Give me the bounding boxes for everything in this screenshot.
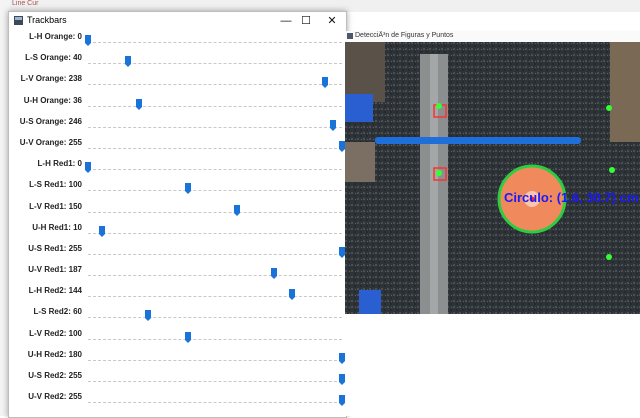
slider-track[interactable] [88,77,342,89]
slider-track[interactable] [85,162,342,174]
slider-thumb[interactable] [85,35,91,46]
machine-part [345,42,385,102]
slider-row: L-H Red2: 144 [9,284,346,305]
circle-coordinates-label: Circulo: (1.6, 30.7) cm [504,190,638,205]
slider-thumb[interactable] [184,331,191,343]
slider-label: U-V Orange: 255 [19,137,82,147]
slider-row: L-S Red1: 100 [9,178,346,199]
trackbars-window: Trackbars — ☐ ✕ L-H Orange: 0 L-S Orange:… [8,11,347,418]
slider-track[interactable] [88,268,342,280]
slider-track[interactable] [88,395,345,407]
slider-label: U-H Orange: 36 [23,95,82,105]
slider-track[interactable] [85,35,342,46]
slider-track[interactable] [88,204,342,216]
slider-label: U-S Red1: 255 [28,243,82,253]
slider-label: L-S Red1: 100 [29,180,82,190]
slider-thumb[interactable] [234,204,241,216]
maximize-button[interactable]: ☐ [293,13,319,29]
slider-track[interactable] [88,352,345,364]
slider-row: U-S Red2: 255 [9,369,346,390]
slider-row: L-S Red2: 60 [9,305,346,326]
slider-row: U-H Red1: 10 [9,221,346,242]
camera-scene: Circulo: (1.6, 30.7) cm [345,42,640,314]
slider-label: L-S Orange: 40 [25,53,82,63]
slider-track[interactable] [88,98,342,110]
slider-label: U-S Red2: 255 [28,371,82,380]
slider-thumb[interactable] [271,268,278,280]
slider-thumb[interactable] [322,77,329,89]
slider-label: L-H Red1: 0 [37,159,82,169]
slider-row: L-V Red2: 100 [9,327,346,348]
rail-highlight [430,54,438,314]
blue-box [345,94,373,122]
cable-area [610,42,640,142]
window-icon [14,16,23,25]
slider-row: U-S Red1: 255 [9,242,346,263]
slider-thumb[interactable] [124,56,131,68]
green-point [436,170,442,176]
slider-thumb[interactable] [136,98,143,110]
slider-track[interactable] [88,246,345,258]
slider-thumb[interactable] [99,225,106,237]
green-point [436,103,442,109]
slider-label: U-H Red1: 10 [32,222,82,232]
slider-thumb[interactable] [184,183,191,195]
slider-label: L-V Red2: 100 [29,328,82,338]
detection-titlebar[interactable]: DetecciÃ³n de Figuras y Puntos [345,31,640,42]
slider-label: U-S Orange: 246 [19,116,82,126]
window-title: Trackbars [27,15,67,25]
slider-thumb[interactable] [144,310,151,322]
window-icon [347,33,353,39]
slider-track[interactable] [88,119,342,131]
slider-row: U-V Orange: 255 [9,136,346,157]
conveyor-surface [345,42,640,314]
camera-view: Circulo: (1.6, 30.7) cm [345,42,640,314]
close-button[interactable]: ✕ [319,13,345,29]
slider-label: L-H Orange: 0 [29,32,82,41]
slider-list: L-H Orange: 0 L-S Orange: 40 L-V Orange: 2… [9,30,346,411]
green-point [606,105,612,111]
slider-track[interactable] [88,331,342,343]
slider-track[interactable] [88,289,342,301]
slider-row: U-S Orange: 246 [9,115,346,136]
background-text: Line Cur [12,0,39,7]
slider-label: U-H Red2: 180 [27,349,82,359]
slider-label: L-S Red2: 60 [33,307,82,317]
slider-track[interactable] [88,310,342,322]
green-point [609,167,615,173]
slider-thumb[interactable] [289,289,296,301]
trackbars-titlebar[interactable]: Trackbars — ☐ ✕ [9,12,346,30]
detection-window-title: DetecciÃ³n de Figuras y Puntos [355,32,454,39]
slider-label: U-V Red2: 255 [28,392,82,402]
empty-area [345,314,640,416]
slider-row: L-H Orange: 0 [9,30,346,51]
blue-pipe [375,137,581,144]
slider-thumb[interactable] [330,119,337,131]
slider-track[interactable] [88,183,342,195]
slider-track[interactable] [88,56,342,68]
green-point [606,254,612,260]
slider-row: U-V Red2: 255 [9,390,346,411]
slider-row: L-V Red1: 150 [9,200,346,221]
slider-label: L-H Red2: 144 [28,286,82,296]
detection-window: DetecciÃ³n de Figuras y Puntos Circulo: … [345,31,640,314]
slider-label: L-V Orange: 238 [20,74,82,84]
slider-row: L-H Red1: 0 [9,157,346,178]
slider-track[interactable] [88,140,345,152]
slider-label: L-V Red1: 150 [29,201,82,211]
slider-track[interactable] [88,225,342,237]
slider-row: U-V Red1: 187 [9,263,346,284]
slider-row: U-H Red2: 180 [9,348,346,369]
slider-track[interactable] [88,374,345,385]
blue-part [359,290,381,314]
slider-row: L-S Orange: 40 [9,51,346,72]
slider-row: L-V Orange: 238 [9,72,346,93]
slider-row: U-H Orange: 36 [9,94,346,115]
slider-label: U-V Red1: 187 [28,265,82,275]
slider-thumb[interactable] [85,162,91,174]
bracket [345,142,375,182]
